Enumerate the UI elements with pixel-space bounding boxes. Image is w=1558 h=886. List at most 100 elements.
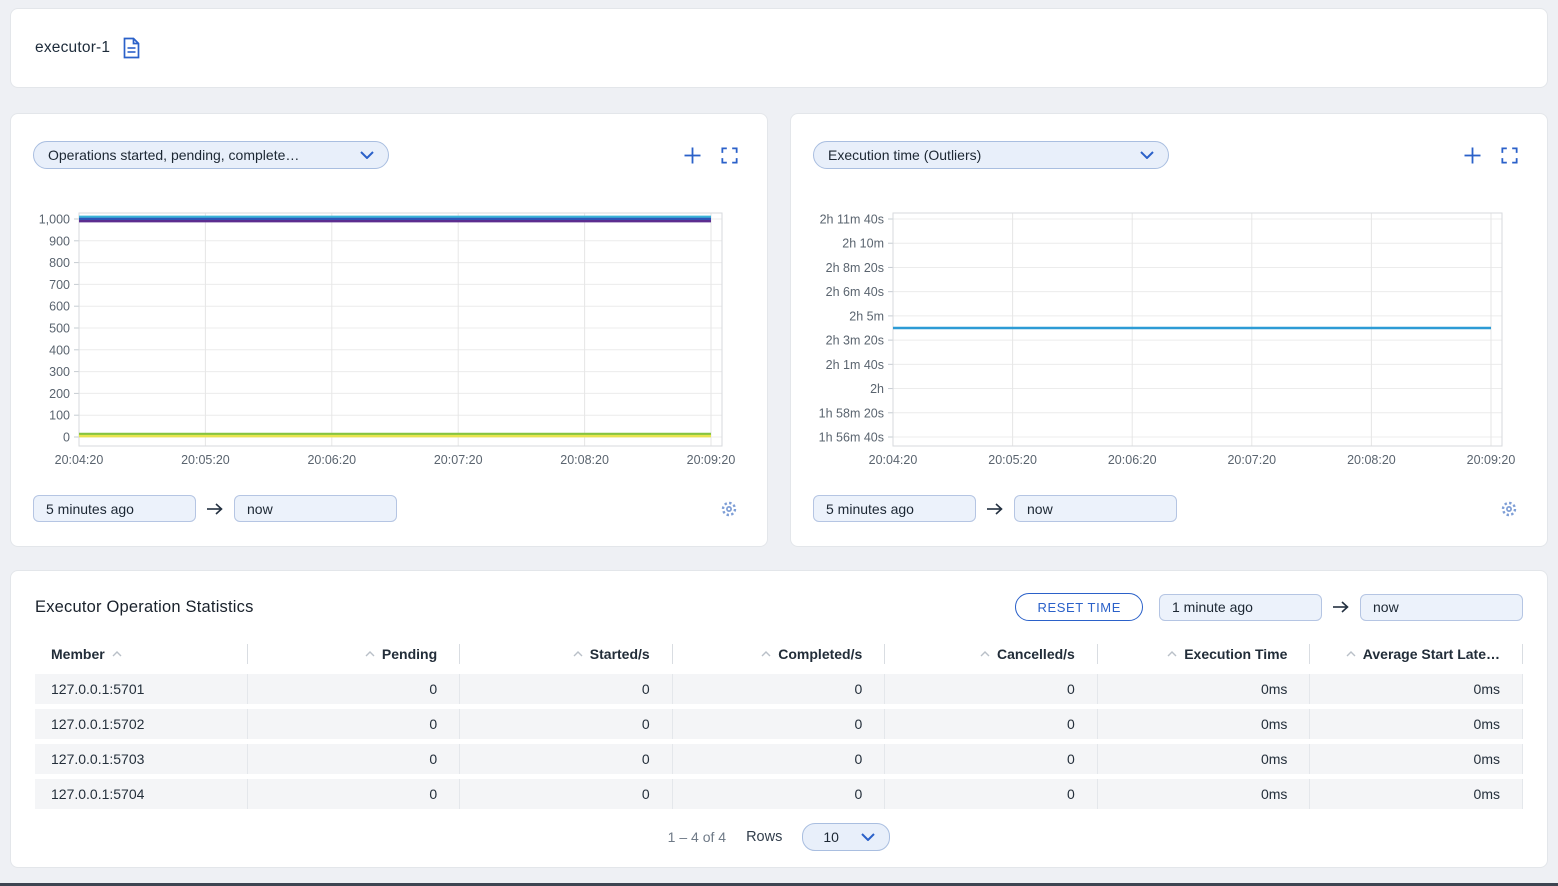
value-cell: 0 [673, 709, 886, 739]
value-cell: 0 [460, 744, 673, 774]
svg-text:0: 0 [63, 431, 70, 445]
value-cell: 0 [885, 779, 1098, 809]
arrow-right-icon [206, 502, 224, 516]
sort-chevron-icon [761, 651, 771, 657]
value-cell: 0ms [1310, 674, 1523, 704]
svg-text:2h 6m 40s: 2h 6m 40s [826, 285, 884, 299]
column-header-member[interactable]: Member [35, 644, 248, 664]
chart-settings-button[interactable] [1499, 499, 1519, 519]
column-header-completed-s[interactable]: Completed/s [673, 644, 886, 664]
svg-text:2h 11m 40s: 2h 11m 40s [820, 213, 884, 227]
chart-settings-button[interactable] [719, 499, 739, 519]
svg-text:20:05:20: 20:05:20 [988, 453, 1037, 467]
svg-text:400: 400 [49, 343, 70, 357]
svg-text:700: 700 [49, 278, 70, 292]
column-header-cancelled-s[interactable]: Cancelled/s [885, 644, 1098, 664]
time-to-input[interactable] [1014, 495, 1177, 522]
charts-row: Operations started, pending, complete… [10, 113, 1548, 547]
column-header-started-s[interactable]: Started/s [460, 644, 673, 664]
add-chart-button[interactable] [1462, 145, 1482, 165]
fullscreen-button[interactable] [1499, 145, 1519, 165]
execution-time-chart: 2h 11m 40s 2h 10m 2h 8m 20s 2h 6m 40s 2h 5m 2… [813, 209, 1525, 471]
svg-text:2h 3m 20s: 2h 3m 20s [826, 334, 884, 348]
chart-panel-execution-time: Execution time (Outliers) [790, 113, 1548, 547]
value-cell: 0ms [1098, 709, 1311, 739]
chevron-down-icon [861, 833, 875, 841]
plus-icon [684, 147, 701, 164]
svg-text:1h 56m 40s: 1h 56m 40s [819, 431, 884, 445]
executor-stats-card: Executor Operation Statistics RESET TIME… [10, 570, 1548, 868]
svg-text:2h 5m: 2h 5m [849, 309, 884, 323]
svg-text:2h 10m: 2h 10m [842, 237, 884, 251]
add-chart-button[interactable] [682, 145, 702, 165]
svg-text:20:06:20: 20:06:20 [1108, 453, 1157, 467]
value-cell: 0 [673, 744, 886, 774]
gear-icon [720, 500, 738, 518]
metric-select-operations[interactable]: Operations started, pending, complete… [33, 141, 389, 169]
table-row[interactable]: 127.0.0.1:570300000ms0ms [35, 744, 1523, 774]
pagination: 1 – 4 of 4 Rows 10 [35, 823, 1523, 851]
member-cell: 127.0.0.1:5701 [35, 674, 248, 704]
svg-text:500: 500 [49, 322, 70, 336]
column-header-execution-time[interactable]: Execution Time [1098, 644, 1311, 664]
time-to-input[interactable] [234, 495, 397, 522]
arrow-right-icon [986, 502, 1004, 516]
value-cell: 0 [248, 744, 461, 774]
value-cell: 0 [460, 779, 673, 809]
time-from-input[interactable] [813, 495, 976, 522]
value-cell: 0ms [1310, 779, 1523, 809]
stats-time-to-input[interactable] [1360, 594, 1523, 621]
column-header-average-start-late-[interactable]: Average Start Late… [1310, 644, 1523, 664]
member-cell: 127.0.0.1:5702 [35, 709, 248, 739]
value-cell: 0 [460, 709, 673, 739]
fullscreen-button[interactable] [719, 145, 739, 165]
svg-text:1h 58m 20s: 1h 58m 20s [819, 406, 884, 420]
value-cell: 0 [673, 674, 886, 704]
svg-text:1,000: 1,000 [39, 213, 70, 227]
svg-text:300: 300 [49, 365, 70, 379]
svg-text:100: 100 [49, 409, 70, 423]
stats-time-from-input[interactable] [1159, 594, 1322, 621]
rows-per-page-select[interactable]: 10 [802, 823, 890, 851]
value-cell: 0 [248, 709, 461, 739]
pagination-rows-label: Rows [746, 829, 782, 845]
plus-icon [1464, 147, 1481, 164]
svg-text:2h 1m 40s: 2h 1m 40s [826, 358, 884, 372]
operations-chart: 1,000900800700600500400300200100020:04:2… [33, 209, 745, 471]
chart-panel-operations: Operations started, pending, complete… [10, 113, 768, 547]
table-row[interactable]: 127.0.0.1:570400000ms0ms [35, 779, 1523, 809]
document-icon[interactable] [122, 37, 141, 59]
metric-select-value: Operations started, pending, complete… [48, 147, 299, 163]
value-cell: 0ms [1098, 744, 1311, 774]
svg-text:20:08:20: 20:08:20 [1347, 453, 1396, 467]
member-cell: 127.0.0.1:5703 [35, 744, 248, 774]
svg-text:20:07:20: 20:07:20 [1227, 453, 1276, 467]
stats-title: Executor Operation Statistics [35, 598, 254, 617]
svg-text:200: 200 [49, 387, 70, 401]
metric-select-execution-time[interactable]: Execution time (Outliers) [813, 141, 1169, 169]
svg-text:20:06:20: 20:06:20 [307, 453, 356, 467]
table-row[interactable]: 127.0.0.1:570100000ms0ms [35, 674, 1523, 704]
arrow-right-icon [1332, 600, 1350, 614]
title-bar: executor-1 [10, 8, 1548, 88]
svg-text:20:07:20: 20:07:20 [434, 453, 483, 467]
svg-text:2h 8m 20s: 2h 8m 20s [826, 261, 884, 275]
pagination-range: 1 – 4 of 4 [668, 829, 726, 845]
value-cell: 0 [673, 779, 886, 809]
svg-text:900: 900 [49, 234, 70, 248]
value-cell: 0ms [1310, 744, 1523, 774]
sort-chevron-icon [365, 651, 375, 657]
sort-chevron-icon [980, 651, 990, 657]
stats-table-header: MemberPendingStarted/sCompleted/sCancell… [35, 641, 1523, 667]
sort-chevron-icon [573, 651, 583, 657]
table-row[interactable]: 127.0.0.1:570200000ms0ms [35, 709, 1523, 739]
value-cell: 0 [885, 709, 1098, 739]
svg-text:2h: 2h [870, 382, 884, 396]
value-cell: 0 [248, 779, 461, 809]
member-cell: 127.0.0.1:5704 [35, 779, 248, 809]
svg-text:20:04:20: 20:04:20 [869, 453, 918, 467]
svg-text:20:05:20: 20:05:20 [181, 453, 230, 467]
time-from-input[interactable] [33, 495, 196, 522]
reset-time-button[interactable]: RESET TIME [1015, 593, 1143, 621]
column-header-pending[interactable]: Pending [248, 644, 461, 664]
